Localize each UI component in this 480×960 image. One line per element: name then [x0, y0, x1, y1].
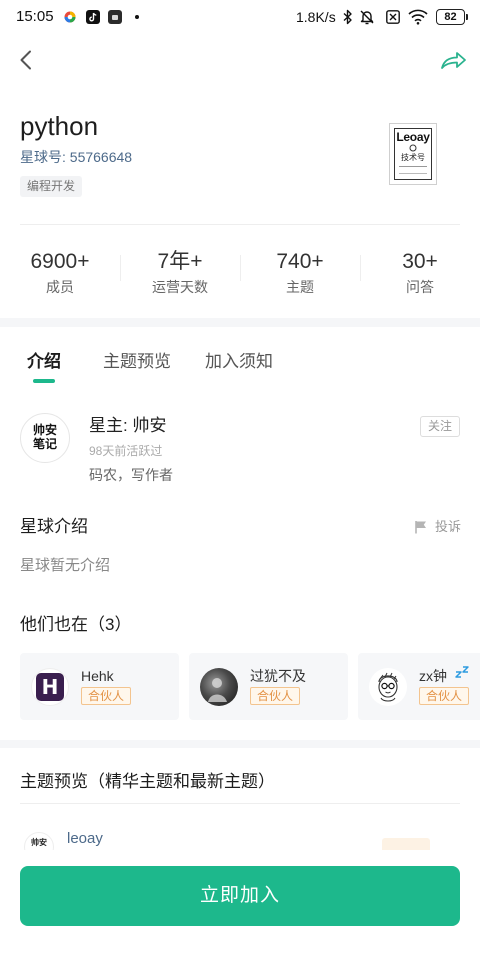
logo-subtitle: 技术号 [401, 153, 425, 162]
member-avatar: H [31, 668, 69, 706]
member-card[interactable]: 过犹不及 合伙人 [189, 653, 348, 720]
flag-icon[interactable] [414, 520, 428, 534]
stat-value: 740+ [276, 250, 324, 273]
active-tab-indicator [33, 379, 55, 383]
notification-dot-icon [135, 15, 139, 19]
stat-label: 问答 [406, 279, 434, 295]
header-divider [20, 224, 460, 225]
avatar-logo-mark: H [36, 673, 64, 701]
owner-name[interactable]: 星主: 帅安 [89, 415, 166, 437]
member-role-tag: 合伙人 [81, 687, 132, 705]
bottom-bar: 立即加入 [0, 850, 480, 960]
logo-mark-icon [409, 144, 417, 152]
intro-heading: 星球介绍 [20, 517, 88, 536]
section-gap [0, 740, 480, 748]
share-icon[interactable] [440, 50, 467, 71]
stat-label: 主题 [286, 279, 314, 295]
tab-intro[interactable]: 介绍 [27, 350, 61, 374]
also-in-heading: 他们也在（3） [20, 615, 132, 634]
member-name: zx钟 [419, 668, 447, 684]
stat-value: 30+ [402, 250, 438, 273]
preview-divider [20, 803, 460, 804]
avatar-text-line: 笔记 [32, 437, 57, 451]
planet-name: python [20, 111, 99, 141]
avatar-sketch [378, 672, 398, 702]
member-avatar [200, 668, 238, 706]
owner-bio: 码农，写作者 [89, 467, 173, 483]
stat-value: 6900+ [30, 250, 90, 273]
tiktok-icon [86, 10, 100, 24]
follow-button[interactable]: 关注 [420, 416, 460, 437]
sleep-icon [455, 666, 469, 678]
wifi-icon [408, 9, 428, 25]
owner-avatar[interactable]: 帅安 笔记 [20, 413, 70, 463]
tab-join-notice[interactable]: 加入须知 [205, 350, 273, 374]
logo-title: Leoay [396, 130, 430, 144]
member-avatar [369, 668, 407, 706]
app-color-icon [64, 11, 76, 23]
stat-label: 成员 [46, 279, 74, 295]
intro-text: 星球暂无介绍 [20, 557, 111, 574]
member-name: Hehk [81, 668, 114, 684]
topic-author-name[interactable]: leoay [67, 830, 103, 848]
battery-nub [466, 14, 468, 20]
join-button[interactable]: 立即加入 [20, 866, 460, 926]
bluetooth-icon [343, 9, 352, 25]
planet-logo: Leoay 技术号 [389, 123, 437, 185]
chevron-left-icon[interactable] [18, 50, 34, 70]
member-card[interactable]: zx钟 合伙人 [358, 653, 480, 720]
member-name: 过犹不及 [250, 668, 306, 684]
category-tag[interactable]: 编程开发 [20, 176, 83, 197]
app-icon [108, 10, 122, 24]
logo-fine-lines [399, 166, 427, 174]
member-role-tag: 合伙人 [250, 687, 301, 705]
avatar-photo [208, 678, 227, 702]
section-gap [0, 318, 480, 327]
owner-last-active: 98天前活跃过 [89, 444, 163, 458]
network-speed: 1.8K/s [296, 9, 336, 25]
battery-icon: 82 [436, 9, 465, 25]
stat-value: 7年+ [157, 250, 203, 273]
stat-label: 运营天数 [152, 279, 208, 295]
status-time: 15:05 [16, 8, 54, 25]
preview-heading: 主题预览（精华主题和最新主题） [20, 772, 275, 791]
mute-icon [360, 10, 374, 25]
avatar-text-line: 帅安 [31, 837, 47, 847]
sim-off-icon [386, 10, 400, 24]
tab-topic-preview[interactable]: 主题预览 [103, 350, 171, 374]
member-card[interactable]: H Hehk 合伙人 [20, 653, 179, 720]
planet-id: 星球号: 55766648 [20, 149, 133, 165]
avatar-text-line: 帅安 [32, 423, 57, 437]
report-button[interactable]: 投诉 [435, 519, 461, 535]
member-role-tag: 合伙人 [419, 687, 470, 705]
